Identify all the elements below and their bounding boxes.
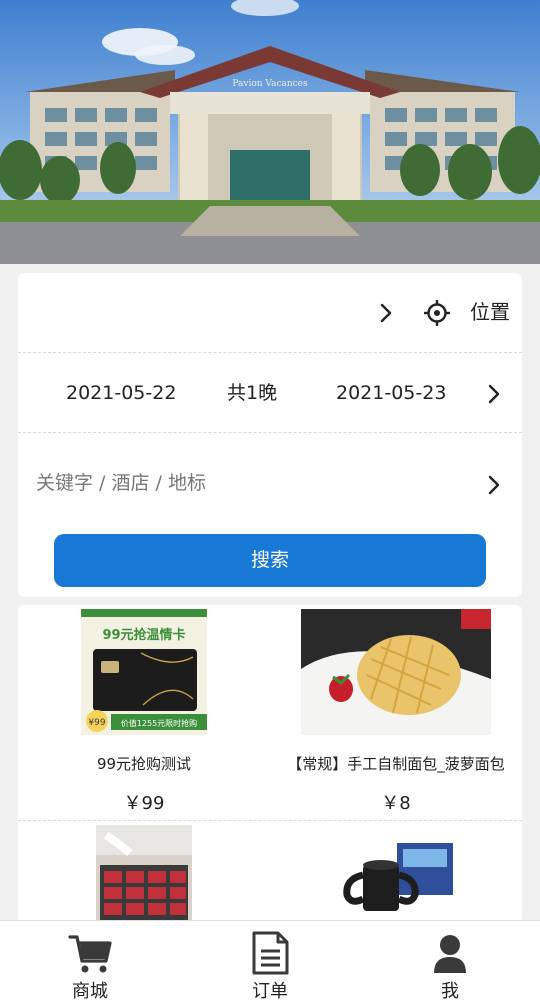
checkout-date[interactable]: 2021-05-23 bbox=[336, 380, 446, 406]
product-name[interactable]: 99元抢购测试 bbox=[18, 754, 270, 774]
promo-title: 99元抢温情卡 bbox=[102, 627, 185, 643]
product-card[interactable] bbox=[270, 821, 522, 925]
keyword-row[interactable]: 关键字 / 酒店 / 地标 bbox=[18, 433, 522, 513]
hotel-sign: Pavion Vacances bbox=[232, 79, 308, 89]
product-price: ￥8 bbox=[381, 793, 411, 814]
search-button[interactable]: 搜索 bbox=[54, 534, 486, 587]
pineapple-bun-image[interactable] bbox=[301, 609, 491, 735]
chevron-right-icon[interactable] bbox=[376, 301, 396, 325]
locate-icon[interactable] bbox=[423, 299, 451, 327]
search-card: 位置 2021-05-22 共1晚 2021-05-23 关键字 / 酒店 / … bbox=[18, 273, 522, 597]
product-price: ￥99 bbox=[123, 793, 165, 814]
chevron-right-icon[interactable] bbox=[484, 382, 504, 406]
hotel-banner: Pavion Vacances bbox=[0, 0, 540, 264]
products-grid: 99元抢温情卡 ¥99 价值1255元限时抢购 99元抢购测试 ￥99 【常规】… bbox=[18, 605, 522, 925]
gift-card-promo-image[interactable]: 99元抢温情卡 ¥99 价值1255元限时抢购 bbox=[81, 609, 207, 735]
nav-label[interactable]: 商城 bbox=[0, 981, 180, 1000]
gamepad-mug-image[interactable] bbox=[333, 835, 459, 921]
product-card[interactable]: 【常规】手工自制面包_菠萝面包 ￥8 bbox=[270, 605, 522, 820]
product-card[interactable]: 99元抢温情卡 ¥99 价值1255元限时抢购 99元抢购测试 ￥99 bbox=[18, 605, 270, 820]
document-icon[interactable] bbox=[248, 931, 292, 975]
product-name[interactable]: 【常规】手工自制面包_菠萝面包 bbox=[270, 754, 522, 774]
nights-count: 共1晚 bbox=[227, 382, 278, 404]
location-label[interactable]: 位置 bbox=[470, 299, 510, 325]
keyword-input[interactable]: 关键字 / 酒店 / 地标 bbox=[36, 470, 206, 496]
date-row[interactable]: 2021-05-22 共1晚 2021-05-23 bbox=[18, 353, 522, 433]
nav-item-mall[interactable]: 商城 bbox=[0, 921, 180, 1000]
cart-icon[interactable] bbox=[68, 931, 112, 975]
checkin-date[interactable]: 2021-05-22 bbox=[66, 380, 176, 406]
location-row[interactable]: 位置 bbox=[18, 273, 522, 353]
promo-subtitle: 价值1255元限时抢购 bbox=[121, 718, 197, 728]
product-card[interactable] bbox=[18, 821, 270, 925]
user-icon[interactable] bbox=[428, 931, 472, 975]
nav-item-orders[interactable]: 订单 bbox=[180, 921, 360, 1000]
hotel-photo: Pavion Vacances bbox=[0, 0, 540, 264]
nav-label[interactable]: 我 bbox=[360, 981, 540, 1000]
svg-text:¥99: ¥99 bbox=[88, 718, 105, 728]
bottom-nav: 商城 订单 我 bbox=[0, 920, 540, 1000]
nav-label[interactable]: 订单 bbox=[180, 981, 360, 1000]
nav-item-me[interactable]: 我 bbox=[360, 921, 540, 1000]
chevron-right-icon[interactable] bbox=[484, 473, 504, 497]
buffet-meat-image[interactable] bbox=[96, 825, 192, 921]
